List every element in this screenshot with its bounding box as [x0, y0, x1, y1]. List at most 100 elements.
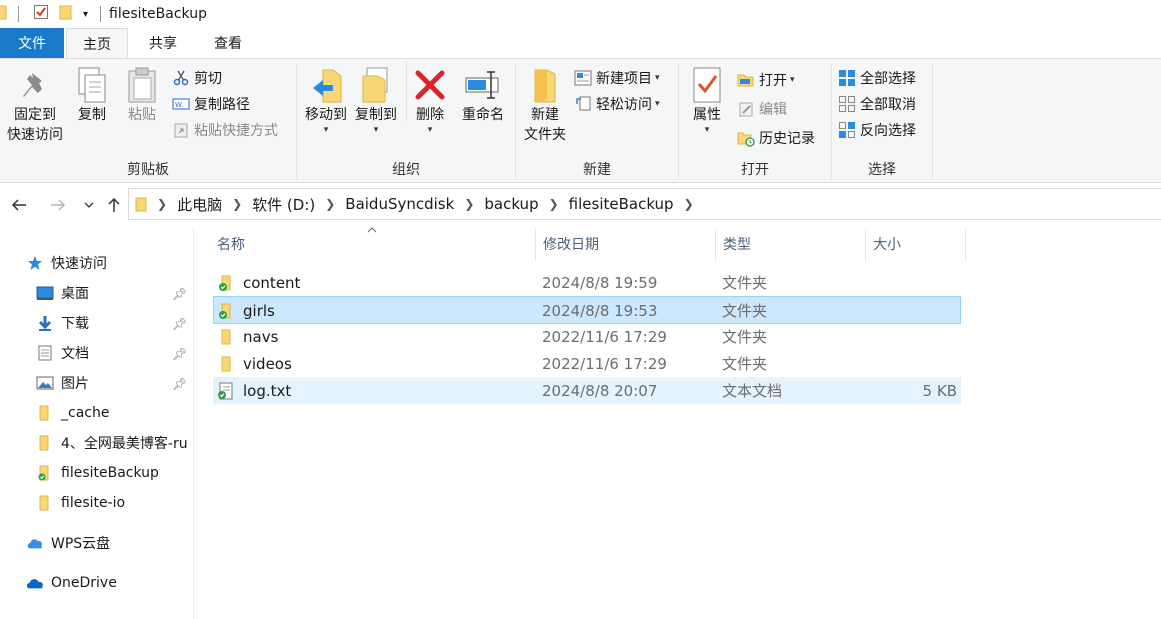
properties-check-icon[interactable]: [33, 4, 49, 24]
folder-icon: [135, 196, 149, 212]
table-row[interactable]: videos 2022/11/6 17:29 文件夹: [213, 350, 961, 377]
edit-button[interactable]: 编辑: [737, 97, 787, 121]
sidebar-item-label: 桌面: [61, 286, 89, 302]
tab-home[interactable]: 主页: [66, 28, 128, 58]
sidebar-item-wps-cloud[interactable]: WPS云盘: [26, 529, 110, 557]
breadcrumb-drive-d[interactable]: 软件 (D:): [252, 194, 315, 215]
star-icon: [26, 254, 44, 272]
copy-button[interactable]: 复制: [70, 65, 114, 125]
sidebar-item-filesite-io[interactable]: filesite-io: [36, 489, 125, 517]
new-folder-label-line2: 文件夹: [524, 127, 566, 143]
move-to-button[interactable]: 移动到 ▾: [300, 65, 352, 135]
open-dropdown-icon: ▾: [790, 75, 795, 85]
table-row[interactable]: content 2024/8/8 19:59 文件夹: [213, 269, 961, 296]
breadcrumb-baidusyncdisk[interactable]: BaiduSyncdisk: [345, 195, 454, 213]
select-none-label: 全部取消: [860, 97, 916, 113]
breadcrumb-filesitebackup[interactable]: filesiteBackup: [569, 195, 674, 213]
recent-locations-dropdown-icon[interactable]: [78, 191, 100, 219]
invert-selection-button[interactable]: 反向选择: [838, 118, 916, 142]
cloud-icon: [26, 534, 44, 552]
cut-label: 剪切: [194, 71, 222, 87]
tab-file[interactable]: 文件: [0, 28, 64, 58]
invert-selection-label: 反向选择: [860, 123, 916, 139]
pin-label-line1: 固定到: [14, 107, 56, 123]
file-type: 文件夹: [722, 355, 768, 373]
sidebar-item-label: 下载: [61, 316, 89, 332]
sidebar-item-quick-access[interactable]: 快速访问: [26, 249, 107, 277]
table-row[interactable]: log.txt 2024/8/8 20:07 文本文档 5 KB: [213, 377, 961, 404]
breadcrumb-backup[interactable]: backup: [484, 195, 538, 213]
easy-access-button[interactable]: 轻松访问 ▾: [574, 92, 660, 116]
tab-share[interactable]: 共享: [128, 28, 198, 58]
new-item-dropdown-icon: ▾: [655, 73, 660, 83]
sidebar-item-blog-folder[interactable]: 4、全网最美博客-ru: [36, 429, 188, 457]
table-row[interactable]: girls 2024/8/8 19:53 文件夹: [213, 296, 961, 324]
column-header-name[interactable]: 名称: [217, 227, 245, 261]
delete-dropdown-icon: ▾: [427, 125, 433, 135]
chevron-right-icon[interactable]: ❯: [684, 197, 694, 211]
sidebar-item-downloads[interactable]: 下载: [36, 309, 89, 337]
history-button[interactable]: 历史记录: [737, 126, 815, 150]
open-folder-icon: [737, 71, 755, 89]
text-file-icon: [217, 377, 235, 404]
new-folder-icon: [531, 65, 559, 105]
cut-button[interactable]: 剪切: [172, 66, 222, 90]
scissors-icon: [172, 69, 190, 87]
move-to-dropdown-icon: ▾: [323, 125, 329, 135]
sidebar-item-pictures[interactable]: 图片: [36, 369, 89, 397]
navigation-pane: 快速访问 桌面 📌︎ 下载 📌︎ 文档 📌︎ 图片 📌︎ _cache 4、全网…: [0, 227, 194, 619]
paste-shortcut-label: 粘贴快捷方式: [194, 123, 278, 139]
sync-folder-icon: [217, 269, 235, 296]
column-header-modified[interactable]: 修改日期: [543, 227, 599, 261]
copy-path-button[interactable]: W. 复制路径: [172, 92, 250, 116]
delete-button[interactable]: 删除 ▾: [410, 65, 450, 135]
chevron-right-icon[interactable]: ❯: [464, 197, 474, 211]
column-header-type[interactable]: 类型: [723, 227, 751, 261]
chevron-right-icon[interactable]: ❯: [549, 197, 559, 211]
sidebar-item-onedrive[interactable]: OneDrive: [26, 569, 117, 597]
paste-icon: [127, 65, 157, 105]
file-size: 5 KB: [922, 381, 957, 400]
select-all-icon: [838, 69, 856, 87]
select-group-label: 选择: [868, 162, 896, 178]
easy-access-dropdown-icon: ▾: [655, 99, 660, 109]
new-item-button[interactable]: 新建项目 ▾: [574, 66, 660, 90]
file-type: 文件夹: [722, 328, 768, 346]
copy-to-button[interactable]: 复制到 ▾: [350, 65, 402, 135]
customize-dropdown-icon[interactable]: ▾: [83, 9, 88, 20]
paste-shortcut-button[interactable]: 粘贴快捷方式: [172, 118, 278, 142]
select-all-button[interactable]: 全部选择: [838, 66, 916, 90]
paste-button[interactable]: 粘贴: [122, 65, 162, 125]
up-arrow-icon[interactable]: [103, 191, 125, 219]
organize-group-label: 组织: [392, 162, 420, 178]
open-button[interactable]: 打开 ▾: [737, 68, 795, 92]
chevron-right-icon[interactable]: ❯: [232, 197, 242, 211]
sidebar-item-cache[interactable]: _cache: [36, 399, 109, 427]
sidebar-item-filesitebackup[interactable]: filesiteBackup: [36, 459, 159, 487]
sidebar-item-documents[interactable]: 文档: [36, 339, 89, 367]
chevron-right-icon[interactable]: ❯: [325, 197, 335, 211]
select-none-button[interactable]: 全部取消: [838, 92, 916, 116]
history-icon: [737, 129, 755, 147]
properties-icon: [692, 65, 722, 105]
rename-button[interactable]: 重命名: [457, 65, 509, 125]
table-row[interactable]: navs 2022/11/6 17:29 文件夹: [213, 323, 961, 350]
new-folder-button[interactable]: 新建 文件夹: [520, 65, 570, 145]
new-item-icon: [574, 69, 592, 87]
tab-view[interactable]: 查看: [198, 28, 258, 58]
back-arrow-icon[interactable]: [8, 191, 30, 219]
file-name: log.txt: [243, 381, 292, 400]
file-modified: 2024/8/8 20:07: [542, 381, 658, 400]
forward-arrow-icon[interactable]: [47, 191, 69, 219]
column-header-size[interactable]: 大小: [873, 227, 901, 261]
pin-label-line2: 快速访问: [7, 127, 63, 143]
breadcrumb-this-pc[interactable]: 此电脑: [177, 194, 222, 215]
address-bar[interactable]: ❯ 此电脑 ❯ 软件 (D:) ❯ BaiduSyncdisk ❯ backup…: [128, 188, 1161, 220]
clipboard-group-label: 剪贴板: [127, 162, 169, 178]
new-folder-icon[interactable]: [59, 4, 73, 24]
properties-button[interactable]: 属性 ▾: [685, 65, 729, 135]
file-name: videos: [243, 354, 292, 373]
pin-quick-access-button[interactable]: 固定到 快速访问: [4, 65, 66, 145]
pin-icon: 📌︎: [172, 377, 188, 391]
sidebar-item-desktop[interactable]: 桌面: [36, 279, 89, 307]
